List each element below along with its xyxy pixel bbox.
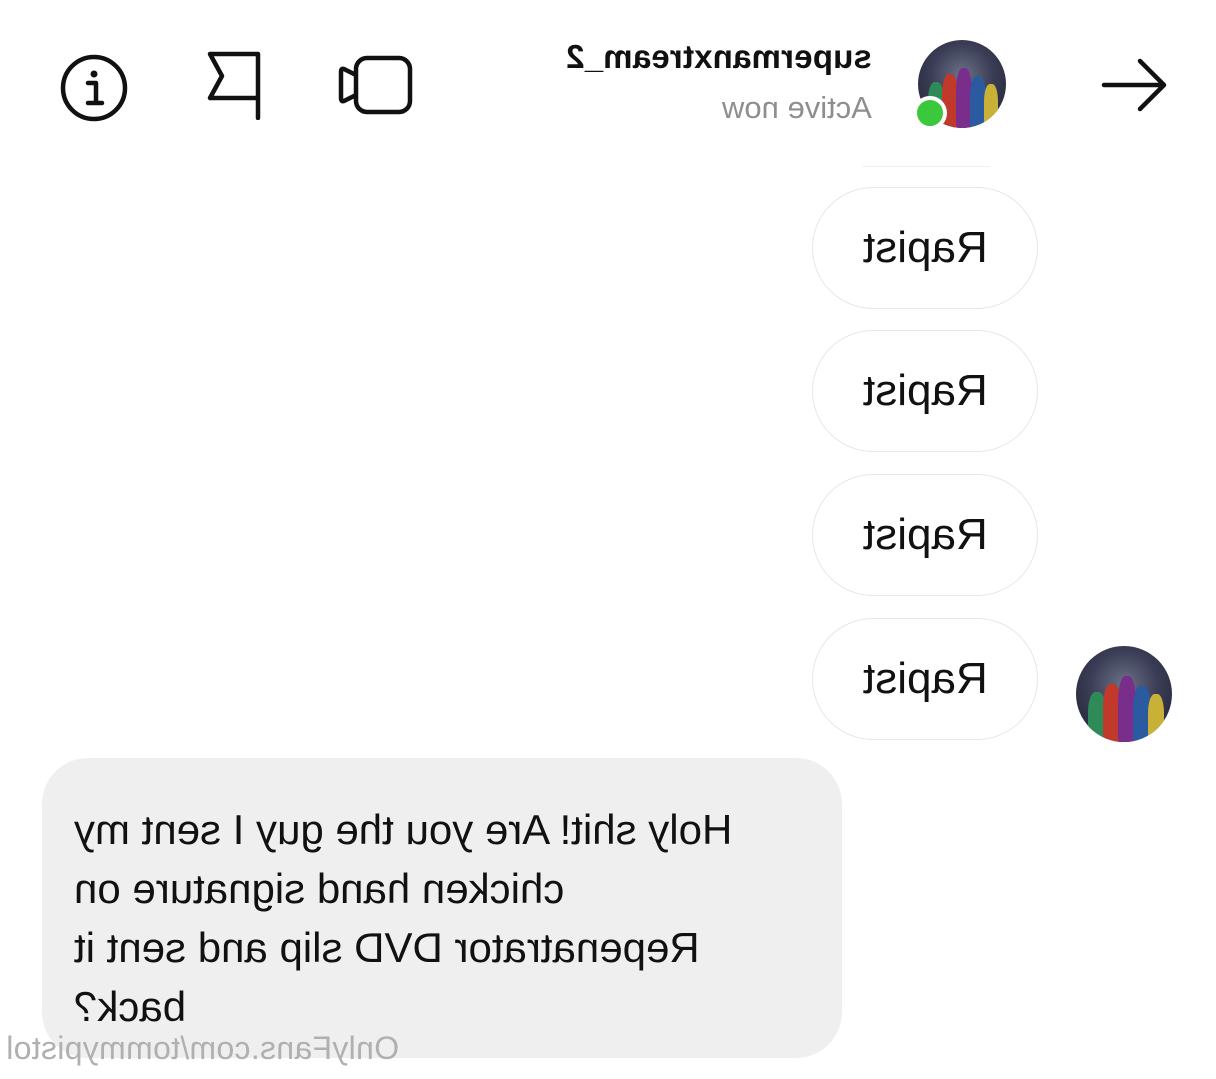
message-text: Holy shit! Are you the guy I sent my chi… — [74, 806, 733, 1030]
info-button[interactable] — [58, 52, 130, 124]
report-button[interactable] — [200, 48, 270, 120]
message-bubble-outgoing[interactable]: Holy shit! Are you the guy I sent my chi… — [42, 758, 842, 1058]
active-status: Active now — [722, 90, 872, 125]
arrow-icon — [1098, 52, 1172, 118]
chat-username: supermanxtream_2 — [566, 38, 872, 75]
video-call-button[interactable] — [336, 48, 418, 122]
back-button[interactable] — [1098, 52, 1172, 118]
video-call-icon — [336, 48, 418, 122]
message-divider — [862, 166, 990, 167]
message-text: Rapist — [862, 510, 988, 559]
message-text: Rapist — [862, 366, 988, 415]
watermark: OnlyFans.com/tommypistol — [6, 1030, 400, 1066]
chat-header: supermanxtream_2 Active now — [0, 0, 1216, 165]
sender-avatar[interactable] — [1076, 646, 1172, 742]
message-bubble[interactable]: Rapist — [812, 330, 1038, 452]
message-text: Rapist — [862, 223, 988, 272]
message-text: Rapist — [862, 654, 988, 703]
info-icon — [58, 52, 130, 124]
online-indicator — [913, 96, 947, 130]
message-bubble[interactable]: Rapist — [812, 187, 1038, 309]
flag-icon — [200, 48, 270, 120]
message-bubble[interactable]: Rapist — [812, 474, 1038, 596]
chat-user-info[interactable]: supermanxtream_2 Active now — [566, 38, 872, 126]
message-bubble[interactable]: Rapist — [812, 618, 1038, 740]
